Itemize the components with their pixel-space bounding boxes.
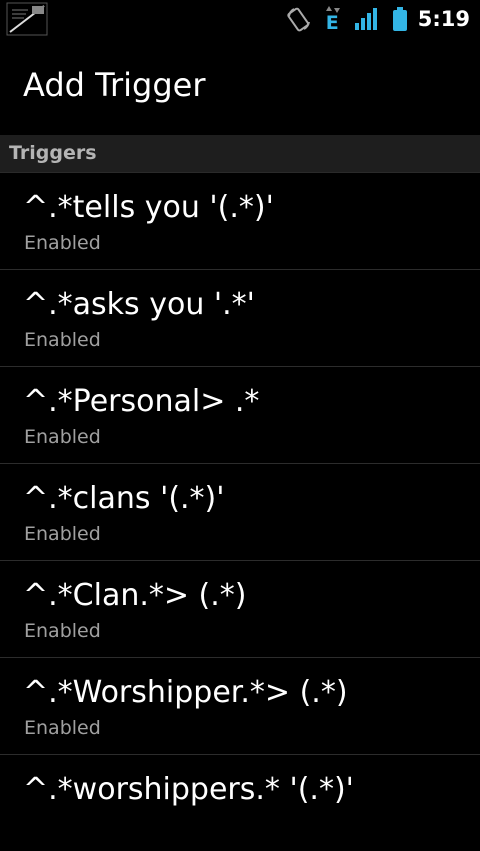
trigger-pattern: ^.*Worshipper.*> (.*)	[23, 675, 348, 710]
network-type-label: E	[325, 12, 339, 34]
trigger-pattern: ^.*Personal> .*	[23, 384, 260, 419]
title-bar: Add Trigger	[0, 38, 480, 135]
status-clock: 5:19	[417, 7, 470, 31]
trigger-list-item[interactable]: ^.*asks you '.*' Enabled	[0, 270, 480, 367]
trigger-list-item[interactable]: ^.*worshippers.* '(.*)'	[0, 755, 480, 851]
page-title: Add Trigger	[23, 66, 206, 104]
data-activity-icon: E	[324, 4, 342, 34]
section-header-label: Triggers	[9, 142, 97, 164]
trigger-status: Enabled	[24, 717, 101, 739]
trigger-status: Enabled	[24, 426, 101, 448]
trigger-status: Enabled	[24, 329, 101, 351]
trigger-list: ^.*tells you '(.*)' Enabled ^.*asks you …	[0, 173, 480, 851]
trigger-pattern: ^.*asks you '.*'	[23, 287, 255, 322]
notification-app-icon[interactable]	[6, 2, 48, 36]
trigger-pattern: ^.*worshippers.* '(.*)'	[23, 772, 354, 807]
trigger-pattern: ^.*tells you '(.*)'	[23, 190, 274, 225]
trigger-pattern: ^.*clans '(.*)'	[23, 481, 225, 516]
trigger-list-item[interactable]: ^.*Worshipper.*> (.*) Enabled	[0, 658, 480, 755]
signal-strength-icon	[354, 7, 378, 31]
trigger-pattern: ^.*Clan.*> (.*)	[23, 578, 247, 613]
rotate-icon	[286, 6, 312, 32]
trigger-list-item[interactable]: ^.*Clan.*> (.*) Enabled	[0, 561, 480, 658]
trigger-status: Enabled	[24, 620, 101, 642]
trigger-list-item[interactable]: ^.*Personal> .* Enabled	[0, 367, 480, 464]
status-bar: E 5:19	[0, 0, 480, 38]
section-header-triggers: Triggers	[0, 135, 480, 173]
trigger-list-item[interactable]: ^.*clans '(.*)' Enabled	[0, 464, 480, 561]
trigger-status: Enabled	[24, 523, 101, 545]
battery-icon	[392, 6, 408, 32]
trigger-list-item[interactable]: ^.*tells you '(.*)' Enabled	[0, 173, 480, 270]
trigger-status: Enabled	[24, 232, 101, 254]
